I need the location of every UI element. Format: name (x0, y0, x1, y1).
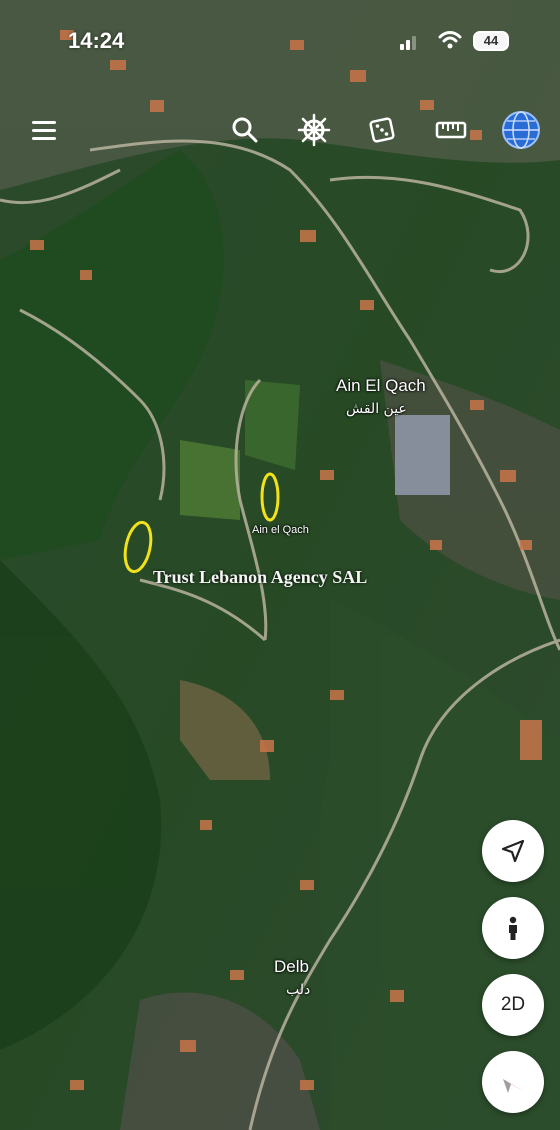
large-building (395, 415, 450, 495)
dice-icon (369, 117, 395, 143)
view-mode-toggle-button[interactable]: 2D (482, 974, 544, 1036)
watermark-text: Trust Lebanon Agency SAL (153, 567, 368, 587)
compass-icon (503, 1079, 525, 1093)
place-label-ain-el-qach-small: Ain el Qach (252, 524, 309, 536)
search-button[interactable] (225, 110, 265, 150)
place-label-delb[interactable]: Delb (274, 957, 309, 977)
ships-wheel-icon (297, 113, 331, 147)
place-label-ain-el-qach[interactable]: Ain El Qach (336, 376, 426, 396)
place-label-ain-el-qach-arabic: عين القش (346, 401, 407, 417)
measure-button[interactable] (431, 110, 471, 150)
my-location-button[interactable] (482, 820, 544, 882)
ruler-icon (435, 121, 467, 139)
search-icon (232, 117, 258, 143)
compass-button[interactable] (482, 1051, 544, 1113)
person-icon (509, 916, 517, 940)
account-button[interactable] (499, 108, 543, 152)
place-label-delb-arabic: دلب (286, 982, 311, 998)
status-time: 14:24 (68, 28, 125, 53)
battery-indicator: 44 (473, 31, 509, 51)
random-place-button[interactable] (362, 110, 402, 150)
globe-icon (502, 111, 540, 149)
wifi-icon (438, 31, 462, 49)
battery-level: 44 (483, 33, 499, 48)
location-arrow-icon (501, 839, 525, 863)
view-mode-label: 2D (500, 994, 526, 1015)
menu-icon (32, 121, 56, 140)
cellular-signal-icon (400, 36, 416, 50)
status-bar: 14:24 44 (0, 0, 560, 80)
street-view-button[interactable] (482, 897, 544, 959)
voyager-button[interactable] (294, 110, 334, 150)
menu-button[interactable] (24, 110, 64, 150)
